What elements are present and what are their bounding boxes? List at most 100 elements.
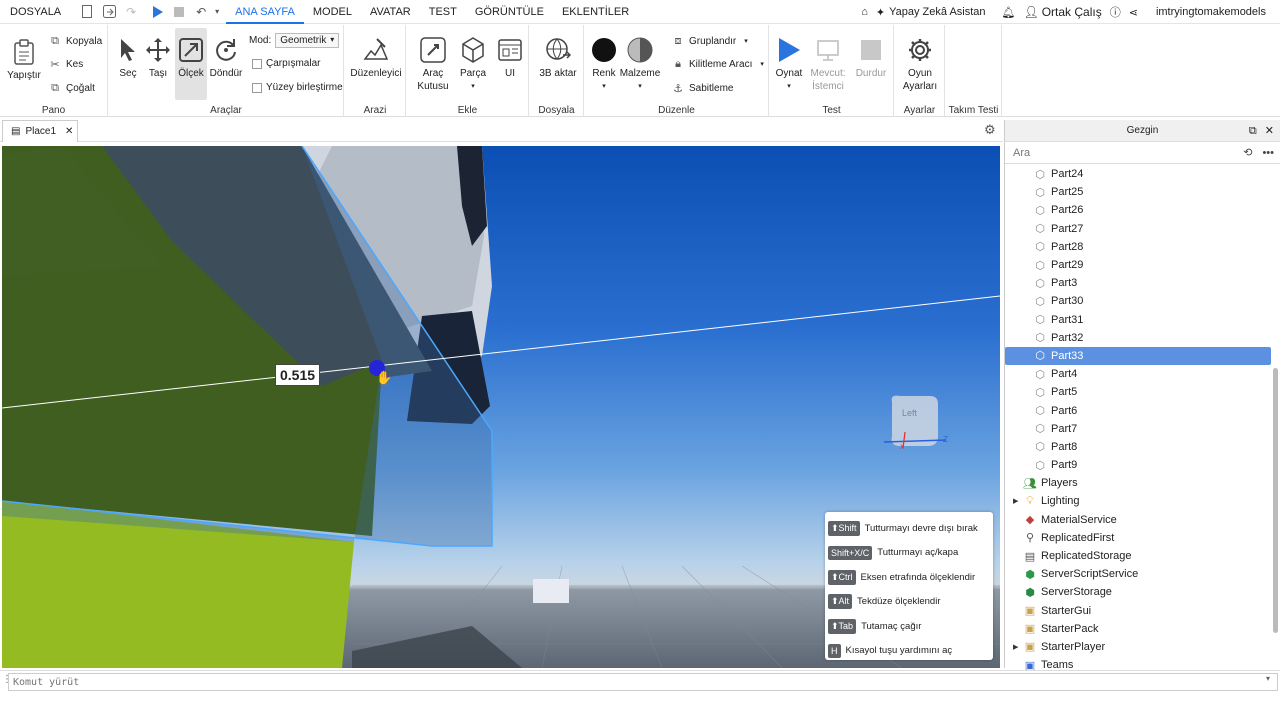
explorer-item-replicatedstorage[interactable]: ▤ ReplicatedStorage — [1005, 547, 1271, 565]
group-button[interactable]: ⧈ Gruplandır ▾ — [671, 34, 748, 48]
import3d-button[interactable]: 3B aktar — [536, 35, 580, 80]
menu-tab-2[interactable]: AVATAR — [361, 0, 420, 24]
menu-tab-1[interactable]: MODEL — [304, 0, 361, 24]
explorer-item-label: Part5 — [1051, 386, 1078, 399]
anchor-button[interactable]: ⚓︎ Sabitleme — [671, 81, 733, 95]
surface-join-checkbox[interactable] — [252, 82, 262, 93]
play-dropdown-icon[interactable]: ▾ — [787, 80, 791, 93]
explorer-item-part3[interactable]: ⬡ Part3 — [1005, 274, 1271, 292]
explorer-item-lighting[interactable]: ▶ 💡︎ Lighting — [1005, 492, 1271, 510]
toolbox-button[interactable]: Araç Kutusu — [413, 35, 453, 93]
scale-tool-button[interactable]: Ölçek — [175, 28, 207, 100]
rotate-tool-button[interactable]: Döndür — [209, 35, 243, 80]
surface-join-toggle[interactable]: Yüzey birleştirme — [252, 82, 343, 93]
collab-button[interactable]: 👤︎ Ortak Çalış — [1023, 5, 1101, 19]
explorer-item-starterplayer[interactable]: ▶ ▣ StarterPlayer — [1005, 638, 1271, 656]
explorer-item-part8[interactable]: ⬡ Part8 — [1005, 438, 1271, 456]
menu-file[interactable]: DOSYALA — [0, 0, 70, 24]
ui-button[interactable]: UI — [495, 35, 525, 80]
viewport-3d[interactable]: ✋ Left Z X 0.515 ⬆Shift Tutturmayı devre … — [2, 146, 1000, 668]
menu-tab-5[interactable]: EKLENTİLER — [553, 0, 638, 24]
duplicate-button[interactable]: ⧉ Çoğalt — [48, 81, 95, 95]
select-tool-button[interactable]: Seç — [113, 35, 143, 80]
home-small-icon[interactable]: ⌂ — [861, 6, 868, 18]
help-icon[interactable]: ⓘ — [1110, 4, 1121, 20]
explorer-item-part7[interactable]: ⬡ Part7 — [1005, 420, 1271, 438]
hint-key: ⬆Tab — [828, 618, 857, 634]
explorer-item-part25[interactable]: ⬡ Part25 — [1005, 183, 1271, 201]
cut-button[interactable]: ✂ Kes — [48, 57, 83, 71]
command-dropdown-icon[interactable]: ▾ — [1266, 674, 1270, 683]
more-options-icon[interactable]: ••• — [1262, 142, 1274, 164]
material-button[interactable]: Malzeme ▾ — [619, 35, 661, 93]
redo-icon[interactable]: ↷ — [120, 0, 142, 24]
color-button[interactable]: Renk ▾ — [587, 35, 621, 93]
explorer-item-serverscriptservice[interactable]: ⬢ ServerScriptService — [1005, 565, 1271, 583]
undo-dropdown-icon[interactable]: ▾ — [212, 0, 222, 24]
explorer-item-part27[interactable]: ⬡ Part27 — [1005, 220, 1271, 238]
terrain-editor-button[interactable]: Düzenleyici — [349, 35, 403, 80]
lock-tool-button[interactable]: 🔒︎ Kilitleme Aracı ▾ — [671, 57, 764, 71]
group-dropdown-icon[interactable]: ▾ — [744, 37, 748, 45]
menu-tab-0[interactable]: ANA SAYFA — [226, 0, 304, 24]
material-dropdown-icon[interactable]: ▾ — [638, 80, 642, 93]
expand-caret-icon[interactable]: ▶ — [1013, 497, 1018, 505]
explorer-item-startergui[interactable]: ▣ StarterGui — [1005, 602, 1271, 620]
explorer-item-part9[interactable]: ⬡ Part9 — [1005, 456, 1271, 474]
menu-tab-3[interactable]: TEST — [420, 0, 466, 24]
explorer-item-starterpack[interactable]: ▣ StarterPack — [1005, 620, 1271, 638]
play-button[interactable]: Oynat ▾ — [772, 35, 806, 93]
collisions-checkbox[interactable] — [252, 58, 262, 69]
explorer-item-part30[interactable]: ⬡ Part30 — [1005, 292, 1271, 310]
explorer-item-part5[interactable]: ⬡ Part5 — [1005, 383, 1271, 401]
command-input[interactable] — [8, 673, 1278, 691]
history-icon[interactable]: ⟲ — [1243, 142, 1252, 164]
part-button[interactable]: Parça ▾ — [453, 35, 493, 93]
explorer-item-serverstorage[interactable]: ⬢ ServerStorage — [1005, 583, 1271, 601]
explorer-item-part33[interactable]: ⬡ Part33 — [1005, 346, 1271, 366]
tab-place1[interactable]: ▤ Place1 ✕ — [2, 120, 78, 142]
view-cube-face-label[interactable]: Left — [902, 408, 917, 418]
close-panel-icon[interactable]: ✕ — [1265, 120, 1274, 142]
copy-button[interactable]: ⧉ Kopyala — [48, 34, 102, 48]
explorer-search[interactable]: Ara ⟲ ••• — [1005, 142, 1280, 164]
move-tool-button[interactable]: Taşı — [143, 35, 173, 80]
ai-assistant-button[interactable]: ✦ Yapay Zekâ Asistan — [876, 6, 986, 19]
explorer-item-part31[interactable]: ⬡ Part31 — [1005, 311, 1271, 329]
publish-icon[interactable] — [98, 0, 120, 24]
lock-dropdown-icon[interactable]: ▾ — [760, 60, 764, 68]
stop-button[interactable]: Durdur — [852, 35, 890, 80]
undo-icon[interactable]: ↶ — [190, 0, 212, 24]
explorer-item-players[interactable]: 👥︎ Players — [1005, 474, 1271, 492]
new-file-icon[interactable] — [76, 0, 98, 24]
username[interactable]: imtryingtomakemodels — [1156, 6, 1266, 18]
game-settings-button[interactable]: Oyun Ayarları — [899, 35, 941, 93]
mode-row: Mod: Geometrik ▾ — [249, 33, 340, 48]
explorer-item-part26[interactable]: ⬡ Part26 — [1005, 201, 1271, 219]
mode-select[interactable]: Geometrik ▾ — [275, 33, 340, 48]
explorer-item-part24[interactable]: ⬡ Part24 — [1005, 165, 1271, 183]
current-client-button[interactable]: Mevcut: İstemci — [808, 35, 848, 93]
explorer-item-part28[interactable]: ⬡ Part28 — [1005, 238, 1271, 256]
monitor-icon — [813, 35, 843, 65]
explorer-item-materialservice[interactable]: ◆ MaterialService — [1005, 511, 1271, 529]
explorer-item-part6[interactable]: ⬡ Part6 — [1005, 401, 1271, 419]
stop-quick-icon[interactable] — [168, 0, 190, 24]
explorer-item-replicatedfirst[interactable]: ⚲ ReplicatedFirst — [1005, 529, 1271, 547]
collisions-toggle[interactable]: Çarpışmalar — [252, 58, 320, 69]
explorer-scrollbar[interactable] — [1273, 368, 1278, 633]
viewport-settings-gear-icon[interactable]: ⚙ — [984, 122, 996, 138]
notification-bell-icon[interactable]: 🔔︎ — [1002, 6, 1016, 19]
explorer-item-part29[interactable]: ⬡ Part29 — [1005, 256, 1271, 274]
menu-tab-4[interactable]: GÖRÜNTÜLE — [466, 0, 553, 24]
color-dropdown-icon[interactable]: ▾ — [602, 80, 606, 93]
undock-icon[interactable]: ⧉ — [1249, 120, 1257, 142]
paste-button[interactable]: Yapıştır — [6, 37, 42, 82]
part-dropdown-icon[interactable]: ▾ — [471, 80, 475, 93]
explorer-item-part32[interactable]: ⬡ Part32 — [1005, 329, 1271, 347]
explorer-item-part4[interactable]: ⬡ Part4 — [1005, 365, 1271, 383]
share-icon[interactable]: ⋖ — [1129, 6, 1138, 19]
close-tab-icon[interactable]: ✕ — [65, 126, 73, 137]
expand-caret-icon[interactable]: ▶ — [1013, 643, 1018, 651]
play-quick-icon[interactable] — [146, 0, 168, 24]
